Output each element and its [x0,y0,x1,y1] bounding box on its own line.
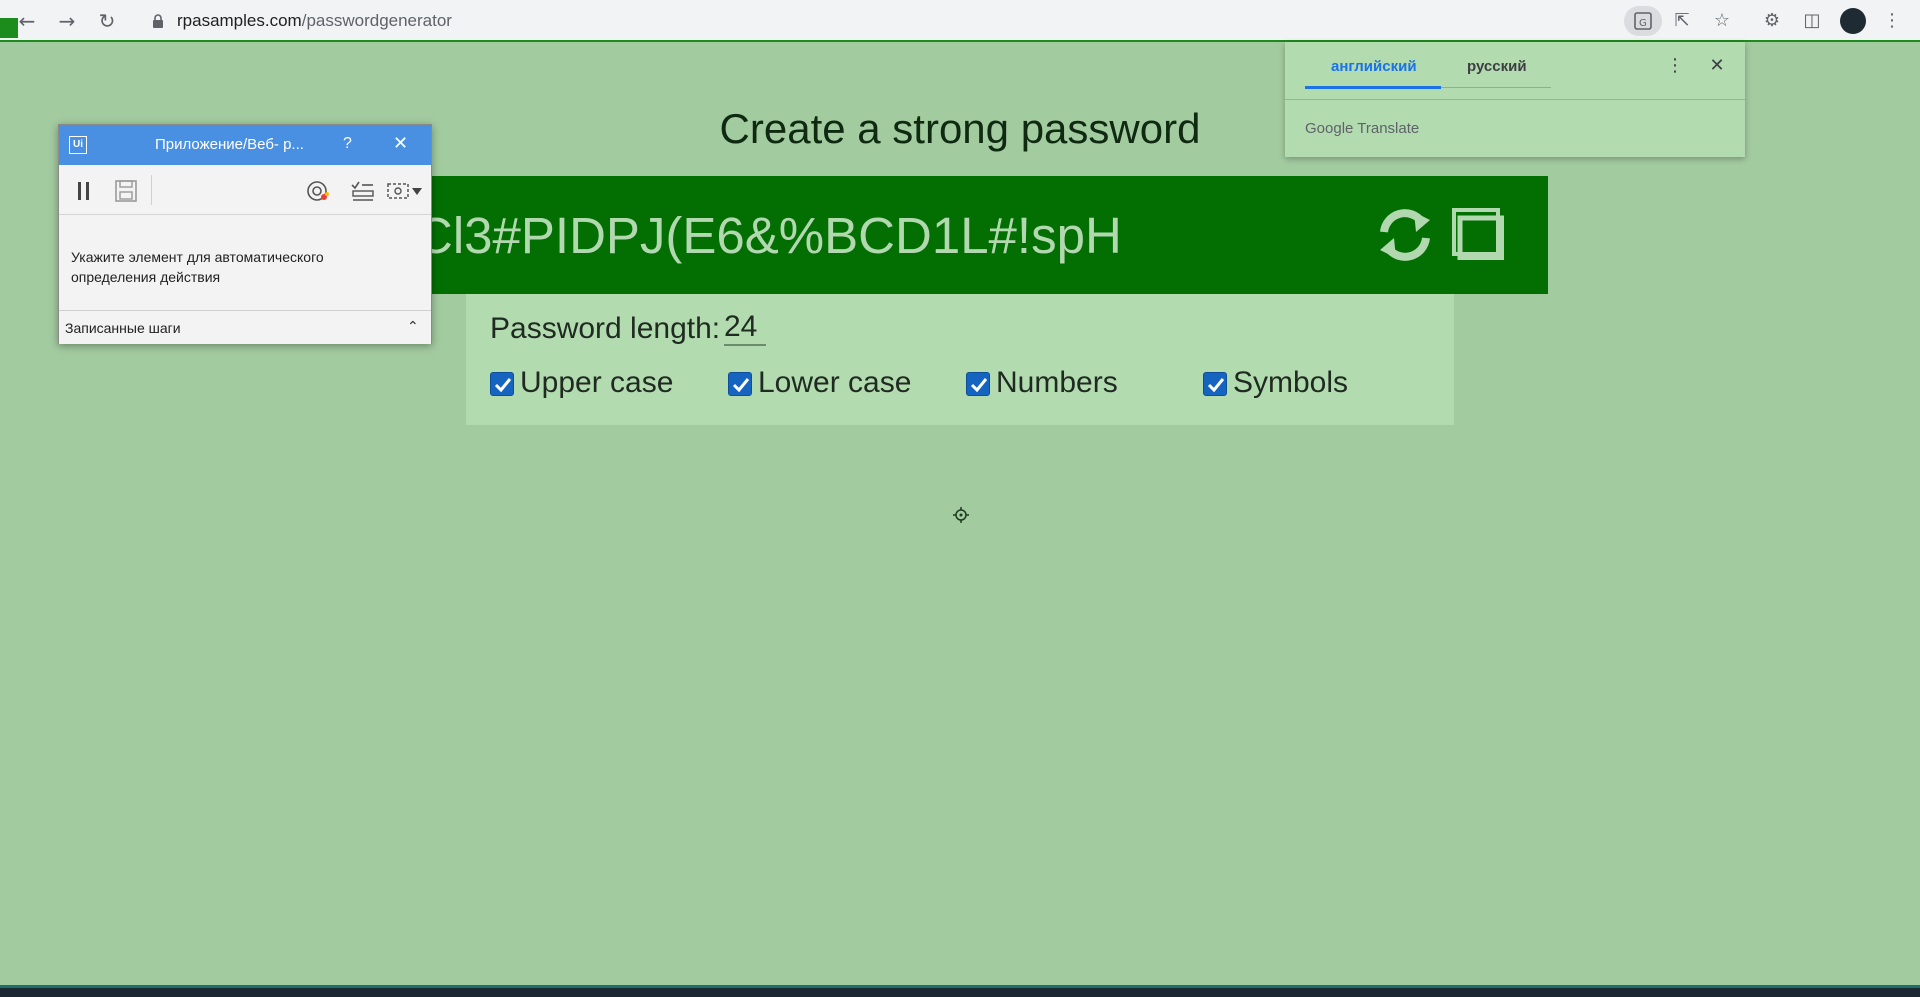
recorder-window: Ui Приложение/Веб- р... ? ✕ Укажите элем… [58,124,432,344]
checkbox-symbols[interactable] [1203,372,1227,396]
lock-icon [153,14,163,28]
tab-target-language[interactable]: русский [1467,58,1527,75]
password-length-input[interactable]: 24 [724,310,766,346]
reload-icon[interactable]: ↻ [94,8,120,34]
taskbar [0,985,1920,997]
option-label: Numbers [996,366,1118,399]
avatar[interactable] [1840,8,1866,34]
screen-capture-dropdown-icon[interactable] [385,179,425,203]
translate-icon[interactable]: G [1624,6,1662,36]
translate-popup: английский русский ⋮ ✕ Google Translate [1285,42,1745,157]
refresh-icon[interactable] [1374,204,1436,266]
recorder-hint-text: Укажите элемент для автоматического опре… [71,249,324,285]
option-label: Upper case [520,366,674,399]
translate-brand: Google Translate [1305,120,1420,137]
url-text[interactable]: rpasamples.com/passwordgenerator [177,11,452,31]
checkbox-upper-case[interactable] [490,372,514,396]
chevron-up-icon[interactable]: ⌃ [407,319,419,335]
popup-divider [1285,99,1745,100]
option-label: Lower case [758,366,912,399]
password-length-label: Password length: [490,312,721,345]
extensions-icon[interactable]: ⚙ [1760,9,1784,33]
forward-icon[interactable]: → [54,8,80,34]
option-label: Symbols [1233,366,1349,399]
copy-icon[interactable] [1450,208,1504,260]
tab-active-indicator [1305,86,1441,89]
pause-icon[interactable] [71,179,97,203]
close-icon[interactable]: ✕ [393,133,408,154]
bookmark-star-icon[interactable]: ☆ [1710,9,1734,33]
recorder-titlebar[interactable]: Ui Приложение/Веб- р... ? ✕ [59,125,431,165]
more-options-icon[interactable]: ⋮ [1665,54,1685,78]
tab-divider [1441,87,1551,88]
help-button[interactable]: ? [343,135,352,153]
checkbox-lower-case[interactable] [728,372,752,396]
side-panel-icon[interactable]: ◫ [1800,9,1824,33]
recorder-title: Приложение/Веб- р... [155,136,304,153]
checkbox-numbers[interactable] [966,372,990,396]
recorded-steps-section[interactable]: Записанные шаги ⌃ [59,310,431,344]
browser-toolbar: ← → ↻ rpasamples.com/passwordgenerator G… [0,0,1920,42]
checklist-icon[interactable] [349,179,375,203]
tab-source-language[interactable]: английский [1331,58,1417,75]
recorder-toolbar [59,165,431,215]
svg-text:G: G [1639,18,1647,29]
save-icon[interactable] [113,179,139,203]
share-icon[interactable]: ⇱ [1670,9,1694,33]
crosshair-icon [953,507,969,523]
target-icon[interactable] [305,179,331,203]
back-icon[interactable]: ← [14,8,40,34]
password-text[interactable]: Cl3#PIDPJ(E6&%BCD1L#!spH [416,206,1122,265]
recorded-steps-label: Записанные шаги [65,320,181,336]
close-icon[interactable]: ✕ [1705,54,1729,78]
uipath-logo-icon: Ui [69,136,87,154]
password-display: Cl3#PIDPJ(E6&%BCD1L#!spH [410,176,1548,294]
toolbar-separator [151,175,152,205]
url-host: rpasamples.com [177,11,302,30]
url-path: /passwordgenerator [301,11,452,30]
options-panel: Password length: 24 Upper case Lower cas… [466,294,1454,425]
chrome-menu-icon[interactable]: ⋮ [1880,9,1904,33]
